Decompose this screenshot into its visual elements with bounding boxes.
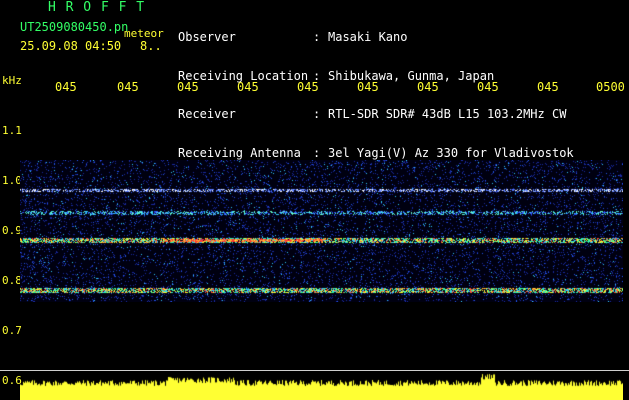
- receiver-value: RTL-SDR SDR# 43dB L15 103.2MHz CW: [328, 107, 567, 121]
- app-title: H R O F F T: [48, 0, 146, 15]
- spectrogram: [20, 160, 623, 302]
- antenna-value: 3el Yagi(V) Az 330 for Vladivostok: [328, 145, 574, 160]
- freq-tick: 0.6: [2, 374, 22, 387]
- time-tick: 045: [357, 80, 379, 94]
- time-tick: 045: [55, 80, 77, 94]
- time-tick: 045: [537, 80, 559, 94]
- time-tick: 0500: [596, 80, 625, 94]
- datetime: 25.09.08 04:50: [20, 39, 122, 53]
- datetime-suffix: 8..: [140, 39, 162, 53]
- observer-label: Observer: [178, 30, 236, 44]
- receiver-label: Receiver: [178, 107, 236, 121]
- freq-tick: 0.7: [2, 324, 22, 337]
- info-values: Masaki Kano Shibukawa, Gunma, Japan RTL-…: [328, 5, 574, 185]
- freq-tick: 0.8: [2, 274, 22, 287]
- antenna-label: Receiving Antenna: [178, 145, 301, 160]
- time-tick: 045: [177, 80, 199, 94]
- info-labels: Observer Receiving Location Receiver Rec…: [178, 5, 308, 185]
- observer-value: Masaki Kano: [328, 30, 408, 44]
- time-tick: 045: [297, 80, 319, 94]
- time-tick: 045: [417, 80, 439, 94]
- time-tick: 045: [237, 80, 259, 94]
- signal-level-trace: [20, 371, 623, 400]
- time-tick: 045: [117, 80, 139, 94]
- freq-tick: 1.0: [2, 174, 22, 187]
- axis-unit: kHz: [2, 74, 22, 87]
- time-tick: 045: [477, 80, 499, 94]
- freq-tick: 1.1: [2, 124, 22, 137]
- freq-tick: 0.9: [2, 224, 22, 237]
- hrofft-display: { "header": { "app_title": "H R O F F T"…: [0, 0, 629, 400]
- filename: UT2509080450.pn: [20, 20, 129, 34]
